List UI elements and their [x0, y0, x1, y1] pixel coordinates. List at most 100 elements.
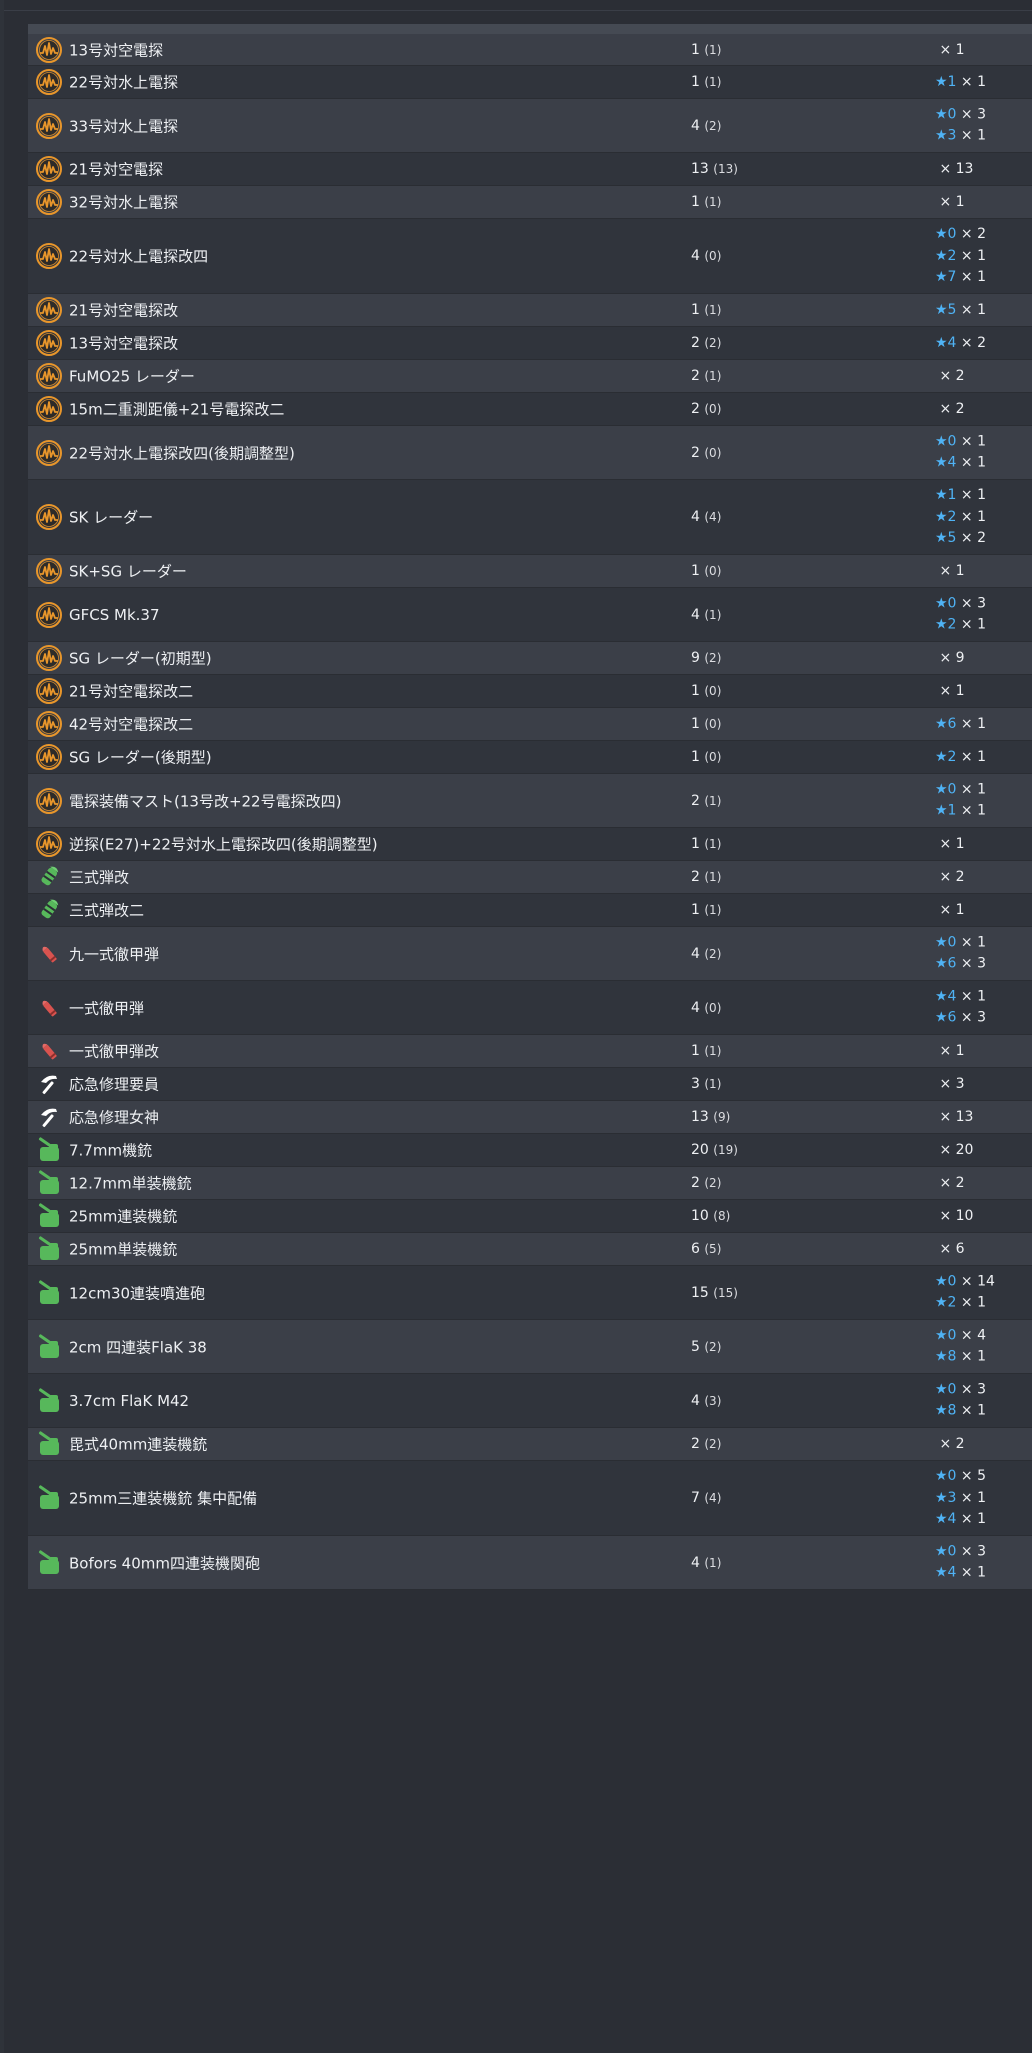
- type3-shell-icon: [34, 862, 64, 892]
- quantity-multiplier: × 5: [960, 1467, 987, 1484]
- star-level: ★2: [935, 749, 957, 765]
- count-unlocked: (5): [704, 1242, 722, 1256]
- equipment-name: 7.7mm機銃: [69, 1141, 153, 1160]
- count-unlocked: (1): [704, 1077, 722, 1091]
- count-unlocked: (19): [713, 1143, 738, 1157]
- improvement-breakdown: × 6: [935, 1235, 964, 1263]
- star-level: ★2: [935, 1294, 957, 1311]
- radar-icon: [34, 502, 64, 532]
- quantity-multiplier: × 1: [960, 247, 987, 264]
- improvement-breakdown: × 1: [935, 188, 965, 216]
- left-edge-strip: [0, 0, 4, 2053]
- improvement-line: ★0 × 1: [935, 932, 986, 954]
- aa-gun-icon: [34, 1332, 64, 1362]
- count-total: 2: [691, 792, 700, 809]
- count-unlocked: (4): [704, 510, 722, 524]
- count-total: 4: [691, 945, 700, 962]
- quantity-multiplier: × 2: [939, 1436, 965, 1452]
- improvement-breakdown: ★0 × 14 ★2 × 1: [935, 1271, 995, 1314]
- count-unlocked: (0): [704, 1000, 722, 1015]
- quantity-multiplier: × 1: [960, 74, 987, 90]
- equipment-name: 22号対水上電探改四: [69, 247, 209, 266]
- count-total: 4: [691, 1554, 700, 1571]
- improvement-line: ★0 × 1: [935, 431, 986, 453]
- improvement-breakdown: ★5 × 1: [935, 296, 986, 324]
- star-level: ★5: [935, 529, 957, 546]
- equipment-count: 13 (13): [691, 161, 738, 177]
- quantity-multiplier: × 2: [939, 401, 965, 417]
- improvement-breakdown: ★0 × 1 ★4 × 1: [935, 431, 986, 474]
- count-total: 2: [691, 1436, 700, 1452]
- quantity-multiplier: × 1: [939, 194, 965, 210]
- equipment-name: 42号対空電探改二: [69, 715, 194, 734]
- improvement-breakdown: × 2: [935, 1430, 965, 1458]
- quantity-multiplier: × 3: [960, 1381, 987, 1397]
- equipment-name: 13号対空電探: [69, 41, 164, 59]
- equipment-name: 25mm三連装機銃 集中配備: [69, 1489, 258, 1508]
- equipment-count: 1 (1): [691, 902, 721, 918]
- improvement-line: × 2: [935, 395, 965, 423]
- table-row: 25mm連装機銃 10 (8) × 10: [28, 1200, 1032, 1233]
- table-row: 22号対水上電探 1 (1) ★1 × 1: [28, 66, 1032, 99]
- count-total: 1: [691, 41, 700, 58]
- count-unlocked: (1): [704, 1044, 722, 1058]
- star-level: ★5: [935, 302, 957, 318]
- improvement-breakdown: ★4 × 2: [935, 329, 986, 357]
- star-level: ★4: [935, 1564, 957, 1581]
- equipment-count: 1 (1): [691, 302, 721, 318]
- equipment-count: 1 (0): [691, 683, 721, 699]
- improvement-breakdown: ★0 × 3 ★2 × 1: [935, 593, 986, 636]
- quantity-multiplier: × 4: [960, 1327, 987, 1343]
- aa-gun-icon: [34, 1234, 64, 1264]
- equipment-name: 21号対空電探: [69, 160, 164, 179]
- improvement-breakdown: ★0 × 3 ★8 × 1: [935, 1379, 986, 1422]
- radar-icon: [34, 67, 64, 97]
- improvement-breakdown: × 3: [935, 1070, 964, 1098]
- star-level: ★7: [935, 268, 957, 285]
- quantity-multiplier: × 3: [960, 1543, 987, 1559]
- count-total: 13: [691, 161, 709, 177]
- quantity-multiplier: × 1: [960, 1564, 987, 1581]
- radar-icon: [34, 829, 64, 859]
- equipment-name: 応急修理要員: [69, 1075, 160, 1094]
- improvement-breakdown: × 13: [935, 155, 973, 183]
- equipment-name: Bofors 40mm四連装機関砲: [69, 1554, 260, 1572]
- star-level: ★0: [935, 1467, 957, 1484]
- type3-shell-icon: [34, 895, 64, 925]
- improvement-line: × 1: [935, 36, 964, 64]
- equipment-count: 1 (0): [691, 749, 721, 765]
- improvement-line: × 1: [935, 677, 964, 705]
- equipment-name: 九一式徹甲弾: [69, 945, 160, 963]
- table-row: 32号対水上電探 1 (1) × 1: [28, 186, 1032, 219]
- count-total: 9: [691, 650, 700, 666]
- improvement-line: ★0 × 5: [935, 1466, 986, 1488]
- improvement-line: ★6 × 3: [935, 1008, 986, 1030]
- quantity-multiplier: × 1: [939, 902, 965, 918]
- count-total: 20: [691, 1142, 709, 1158]
- count-unlocked: (3): [704, 1393, 722, 1408]
- equipment-count: 2 (2): [691, 1175, 721, 1191]
- equipment-name: SK+SG レーダー: [69, 562, 187, 581]
- table-row: 九一式徹甲弾 4 (2) ★0 × 1 ★6 × 3: [28, 927, 1032, 981]
- count-unlocked: (0): [704, 445, 722, 460]
- quantity-multiplier: × 1: [960, 1348, 987, 1365]
- equipment-name: 逆探(E27)+22号対水上電探改四(後期調整型): [69, 835, 378, 854]
- improvement-line: ★6 × 3: [935, 954, 986, 976]
- count-unlocked: (0): [704, 684, 722, 698]
- table-row: 3.7cm FlaK M42 4 (3) ★0 × 3 ★8 × 1: [28, 1374, 1032, 1428]
- count-total: 4: [691, 117, 700, 134]
- top-divider: [0, 10, 1032, 11]
- star-level: ★8: [935, 1402, 957, 1419]
- equipment-count: 9 (2): [691, 650, 721, 666]
- star-level: ★0: [935, 433, 957, 449]
- improvement-line: ★2 × 1: [935, 743, 986, 771]
- star-level: ★1: [935, 802, 957, 819]
- equipment-name: SK レーダー: [69, 508, 154, 527]
- aa-gun-icon: [34, 1135, 64, 1165]
- count-unlocked: (1): [704, 903, 722, 917]
- improvement-line: × 2: [935, 1169, 964, 1197]
- count-unlocked: (2): [704, 118, 722, 133]
- radar-icon: [34, 35, 64, 65]
- table-row: 21号対空電探改二 1 (0) × 1: [28, 675, 1032, 708]
- improvement-line: × 9: [935, 644, 964, 672]
